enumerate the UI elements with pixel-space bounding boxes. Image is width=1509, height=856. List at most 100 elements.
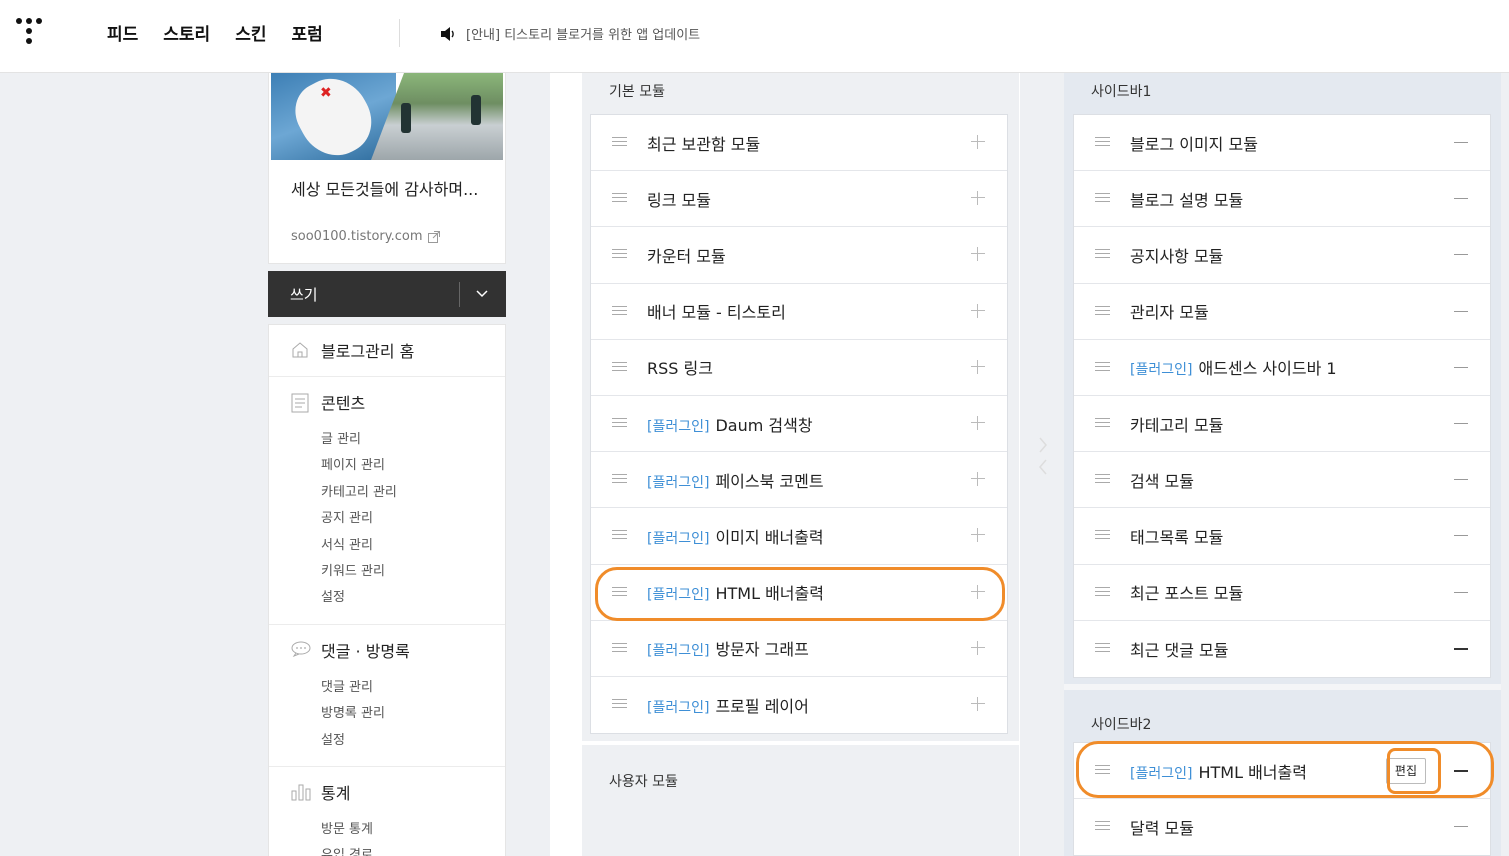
drag-handle-icon[interactable] (612, 417, 627, 430)
blog-card[interactable]: ✖ 세상 모든것들에 감사하며... soo0100.tistory.com (268, 73, 506, 264)
blog-url-text[interactable]: soo0100.tistory.com (291, 229, 423, 244)
module-item[interactable]: 카운터 모듈 (591, 227, 1007, 284)
nav-feed[interactable]: 피드 (107, 20, 138, 45)
menu-content[interactable]: 콘텐츠 (269, 377, 505, 427)
add-icon[interactable] (971, 696, 985, 711)
remove-icon[interactable] (1454, 479, 1468, 481)
remove-icon[interactable] (1454, 366, 1468, 368)
module-item[interactable]: [플러그인] 페이스북 코멘트 (591, 452, 1007, 509)
drag-handle-icon[interactable] (612, 642, 627, 655)
drag-handle-icon[interactable] (1095, 305, 1110, 318)
drag-handle-icon[interactable] (1095, 361, 1110, 374)
remove-icon[interactable] (1454, 647, 1468, 650)
remove-icon[interactable] (1454, 535, 1468, 537)
menu-sub-item[interactable]: 유입 경로 (269, 843, 505, 856)
menu-comments-label[interactable]: 댓글 · 방명록 (321, 638, 410, 662)
blog-url[interactable]: soo0100.tistory.com (291, 229, 440, 244)
remove-icon[interactable] (1454, 254, 1468, 256)
drag-handle-icon[interactable] (612, 698, 627, 711)
add-icon[interactable] (971, 415, 985, 430)
menu-sub-item[interactable]: 카테고리 관리 (269, 480, 505, 506)
menu-sub-item[interactable]: 댓글 관리 (269, 675, 505, 701)
remove-icon[interactable] (1454, 310, 1468, 312)
add-icon[interactable] (971, 247, 985, 262)
drag-handle-icon[interactable] (612, 474, 627, 486)
module-item[interactable]: 검색 모듈 (1074, 452, 1490, 509)
drag-handle-icon[interactable] (1095, 530, 1110, 542)
module-item[interactable]: [플러그인] 이미지 배너출력 (591, 508, 1007, 565)
drag-handle-icon[interactable] (612, 586, 627, 599)
drag-handle-icon[interactable] (612, 305, 627, 318)
add-icon[interactable] (971, 135, 985, 149)
remove-icon[interactable] (1454, 591, 1468, 593)
blog-title[interactable]: 세상 모든것들에 감사하며... (291, 178, 491, 202)
module-item[interactable]: 블로그 이미지 모듈 (1074, 115, 1490, 172)
add-icon[interactable] (971, 303, 985, 318)
module-item[interactable]: 최근 포스트 모듈 (1074, 565, 1490, 621)
drag-handle-icon[interactable] (1095, 193, 1110, 205)
remove-icon[interactable] (1454, 770, 1468, 772)
drag-handle-icon[interactable] (612, 361, 627, 374)
drag-handle-icon[interactable] (1095, 821, 1110, 833)
nav-story[interactable]: 스토리 (163, 20, 210, 45)
drag-handle-icon[interactable] (1095, 137, 1110, 149)
module-item[interactable]: 달력 모듈 (1074, 799, 1490, 855)
menu-stats-label[interactable]: 통계 (321, 780, 350, 804)
drag-handle-icon[interactable] (1095, 642, 1110, 655)
module-item-html-banner[interactable]: [플러그인] HTML 배너출력 편집 (1074, 743, 1490, 800)
add-icon[interactable] (971, 191, 985, 206)
nav-forum[interactable]: 포럼 (291, 20, 322, 45)
remove-icon[interactable] (1454, 826, 1468, 828)
menu-content-label[interactable]: 콘텐츠 (321, 390, 365, 414)
menu-sub-item[interactable]: 서식 관리 (269, 533, 505, 559)
module-item[interactable]: RSS 링크 (591, 340, 1007, 396)
menu-sub-item[interactable]: 글 관리 (269, 427, 505, 453)
menu-home[interactable]: 블로그관리 홈 (269, 325, 505, 375)
add-icon[interactable] (971, 640, 985, 655)
module-item[interactable]: 관리자 모듈 (1074, 284, 1490, 340)
drag-handle-icon[interactable] (1095, 765, 1110, 777)
menu-sub-item[interactable]: 설정 (269, 728, 505, 754)
menu-stats[interactable]: 통계 (269, 767, 505, 817)
module-item[interactable]: 블로그 설명 모듈 (1074, 171, 1490, 228)
drag-handle-icon[interactable] (612, 137, 627, 149)
module-item[interactable]: [플러그인] 애드센스 사이드바 1 (1074, 340, 1490, 396)
add-icon[interactable] (971, 359, 985, 374)
menu-sub-item[interactable]: 페이지 관리 (269, 453, 505, 479)
notice[interactable]: [안내] 티스토리 블로거를 위한 앱 업데이트 (440, 24, 700, 43)
menu-comments[interactable]: 댓글 · 방명록 (269, 625, 505, 675)
edit-button[interactable]: 편집 (1385, 758, 1426, 784)
add-icon[interactable] (971, 584, 985, 599)
menu-sub-item[interactable]: 키워드 관리 (269, 559, 505, 585)
module-item[interactable]: [플러그인] Daum 검색창 (591, 396, 1007, 453)
menu-sub-item[interactable]: 방명록 관리 (269, 701, 505, 727)
drag-handle-icon[interactable] (612, 530, 627, 542)
tistory-logo-icon[interactable] (14, 18, 44, 48)
module-item[interactable]: [플러그인] 프로필 레이어 (591, 677, 1007, 733)
module-item[interactable]: [플러그인] 방문자 그래프 (591, 621, 1007, 677)
write-button[interactable]: 쓰기 (290, 284, 318, 305)
drag-handle-icon[interactable] (1095, 249, 1110, 261)
menu-home-label[interactable]: 블로그관리 홈 (321, 338, 414, 362)
add-icon[interactable] (971, 472, 985, 487)
drag-handle-icon[interactable] (1095, 586, 1110, 599)
menu-sub-item[interactable]: 방문 통계 (269, 817, 505, 843)
nav-skin[interactable]: 스킨 (235, 20, 266, 45)
module-item-html-banner[interactable]: [플러그인] HTML 배너출력 (591, 565, 1007, 621)
module-item[interactable]: 최근 보관함 모듈 (591, 115, 1007, 172)
drag-handle-icon[interactable] (612, 193, 627, 205)
drag-handle-icon[interactable] (1095, 474, 1110, 486)
module-item[interactable]: 카테고리 모듈 (1074, 396, 1490, 453)
remove-icon[interactable] (1454, 198, 1468, 200)
menu-sub-item[interactable]: 공지 관리 (269, 506, 505, 532)
add-icon[interactable] (971, 528, 985, 543)
module-item[interactable]: 태그목록 모듈 (1074, 508, 1490, 565)
notice-text[interactable]: [안내] 티스토리 블로거를 위한 앱 업데이트 (466, 24, 700, 43)
chevron-down-icon[interactable] (475, 286, 489, 300)
module-item[interactable]: 배너 모듈 - 티스토리 (591, 284, 1007, 340)
drag-handle-icon[interactable] (612, 249, 627, 261)
module-item[interactable]: 공지사항 모듈 (1074, 227, 1490, 284)
menu-sub-item[interactable]: 설정 (269, 585, 505, 611)
remove-icon[interactable] (1454, 142, 1468, 143)
module-item[interactable]: 링크 모듈 (591, 171, 1007, 228)
